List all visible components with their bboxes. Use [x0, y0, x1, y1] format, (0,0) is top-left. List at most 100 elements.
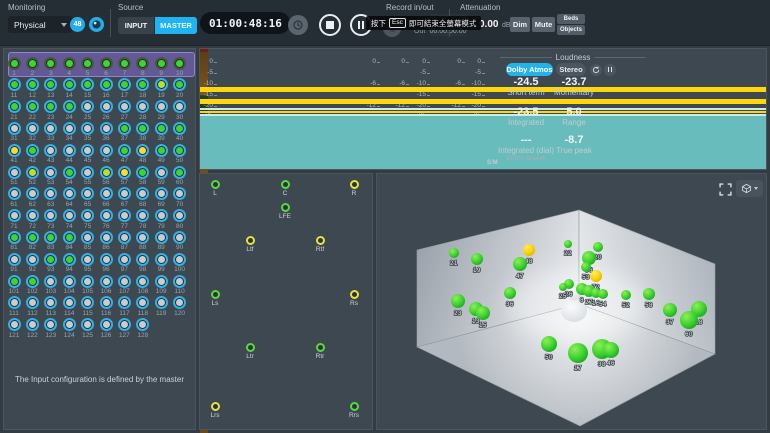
channel-dot[interactable]: [100, 318, 113, 331]
channel-dot[interactable]: [100, 253, 113, 266]
speaker-ltr[interactable]: [246, 343, 255, 352]
channel-dot[interactable]: [26, 78, 39, 91]
channel-dot[interactable]: [44, 78, 57, 91]
channel-dot[interactable]: [100, 275, 113, 288]
channel-dot[interactable]: [173, 209, 186, 222]
speaker-count-button[interactable]: 48: [70, 17, 85, 32]
channel-dot[interactable]: [173, 78, 186, 91]
channel-dot[interactable]: [173, 144, 186, 157]
channel-dot[interactable]: [8, 296, 21, 309]
channel-dot[interactable]: [8, 100, 21, 113]
channel-dot[interactable]: [155, 100, 168, 113]
channel-dot[interactable]: [81, 57, 94, 70]
channel-dot[interactable]: [26, 166, 39, 179]
channel-dot[interactable]: [100, 187, 113, 200]
channel-dot[interactable]: [44, 187, 57, 200]
channel-dot[interactable]: [63, 209, 76, 222]
channel-dot[interactable]: [8, 144, 21, 157]
channel-dot[interactable]: [26, 122, 39, 135]
speaker-c[interactable]: [281, 180, 290, 189]
channel-dot[interactable]: [8, 166, 21, 179]
speaker-ltf[interactable]: [246, 236, 255, 245]
channel-dot[interactable]: [44, 209, 57, 222]
channel-dot[interactable]: [136, 78, 149, 91]
channel-dot[interactable]: [26, 187, 39, 200]
channel-dot[interactable]: [118, 187, 131, 200]
channel-dot[interactable]: [81, 209, 94, 222]
channel-dot[interactable]: [118, 209, 131, 222]
channel-dot[interactable]: [26, 253, 39, 266]
channel-dot[interactable]: [136, 122, 149, 135]
channel-dot[interactable]: [136, 166, 149, 179]
channel-dot[interactable]: [118, 122, 131, 135]
binaural-render-button[interactable]: [89, 17, 104, 32]
channel-dot[interactable]: [26, 144, 39, 157]
channel-dot[interactable]: [81, 122, 94, 135]
channel-dot[interactable]: [118, 231, 131, 244]
channel-dot[interactable]: [118, 166, 131, 179]
channel-dot[interactable]: [136, 231, 149, 244]
dim-button[interactable]: Dim: [510, 17, 530, 32]
channel-dot[interactable]: [155, 78, 168, 91]
channel-dot[interactable]: [100, 100, 113, 113]
channel-dot[interactable]: [100, 144, 113, 157]
channel-dot[interactable]: [8, 78, 21, 91]
channel-dot[interactable]: [81, 318, 94, 331]
channel-dot[interactable]: [155, 231, 168, 244]
monitoring-dropdown[interactable]: Physical: [8, 16, 72, 33]
return-to-start-button[interactable]: [288, 15, 308, 35]
channel-dot[interactable]: [63, 231, 76, 244]
channel-dot[interactable]: [8, 275, 21, 288]
channel-dot[interactable]: [81, 166, 94, 179]
channel-dot[interactable]: [136, 253, 149, 266]
channel-dot[interactable]: [8, 318, 21, 331]
channel-dot[interactable]: [81, 100, 94, 113]
channel-dot[interactable]: [155, 253, 168, 266]
speaker-lrs[interactable]: [211, 402, 220, 411]
channel-dot[interactable]: [173, 296, 186, 309]
channel-dot[interactable]: [26, 231, 39, 244]
channel-dot[interactable]: [100, 231, 113, 244]
channel-dot[interactable]: [100, 209, 113, 222]
channel-dot[interactable]: [136, 187, 149, 200]
loudness-mode-dolby-atmos-button[interactable]: Dolby Atmos: [506, 63, 553, 76]
channel-dot[interactable]: [63, 57, 76, 70]
channel-dot[interactable]: [63, 187, 76, 200]
speaker-l[interactable]: [211, 180, 220, 189]
channel-dot[interactable]: [8, 253, 21, 266]
channel-dot[interactable]: [8, 57, 21, 70]
channel-dot[interactable]: [118, 275, 131, 288]
channel-dot[interactable]: [63, 78, 76, 91]
channel-dot[interactable]: [63, 275, 76, 288]
channel-dot[interactable]: [26, 57, 39, 70]
channel-dot[interactable]: [155, 57, 168, 70]
source-master-button[interactable]: MASTER: [155, 17, 197, 34]
channel-dot[interactable]: [26, 275, 39, 288]
room-view-options-button[interactable]: [736, 180, 763, 197]
channel-dot[interactable]: [173, 187, 186, 200]
channel-dot[interactable]: [155, 166, 168, 179]
channel-dot[interactable]: [155, 144, 168, 157]
loudness-mode-stereo-button[interactable]: Stereo: [556, 63, 586, 76]
channel-dot[interactable]: [118, 318, 131, 331]
channel-dot[interactable]: [44, 144, 57, 157]
channel-dot[interactable]: [100, 166, 113, 179]
channel-dot[interactable]: [100, 78, 113, 91]
speaker-lfe[interactable]: [281, 203, 290, 212]
speaker-rrs[interactable]: [350, 402, 359, 411]
channel-dot[interactable]: [44, 100, 57, 113]
channel-dot[interactable]: [8, 122, 21, 135]
channel-dot[interactable]: [44, 296, 57, 309]
channel-dot[interactable]: [118, 253, 131, 266]
channel-dot[interactable]: [44, 231, 57, 244]
channel-dot[interactable]: [136, 318, 149, 331]
channel-dot[interactable]: [63, 100, 76, 113]
channel-dot[interactable]: [118, 100, 131, 113]
mute-button[interactable]: Mute: [532, 17, 555, 32]
channel-dot[interactable]: [44, 318, 57, 331]
speaker-rtr[interactable]: [316, 343, 325, 352]
channel-dot[interactable]: [81, 296, 94, 309]
stop-button[interactable]: [319, 14, 341, 36]
channel-dot[interactable]: [173, 166, 186, 179]
channel-dot[interactable]: [136, 296, 149, 309]
